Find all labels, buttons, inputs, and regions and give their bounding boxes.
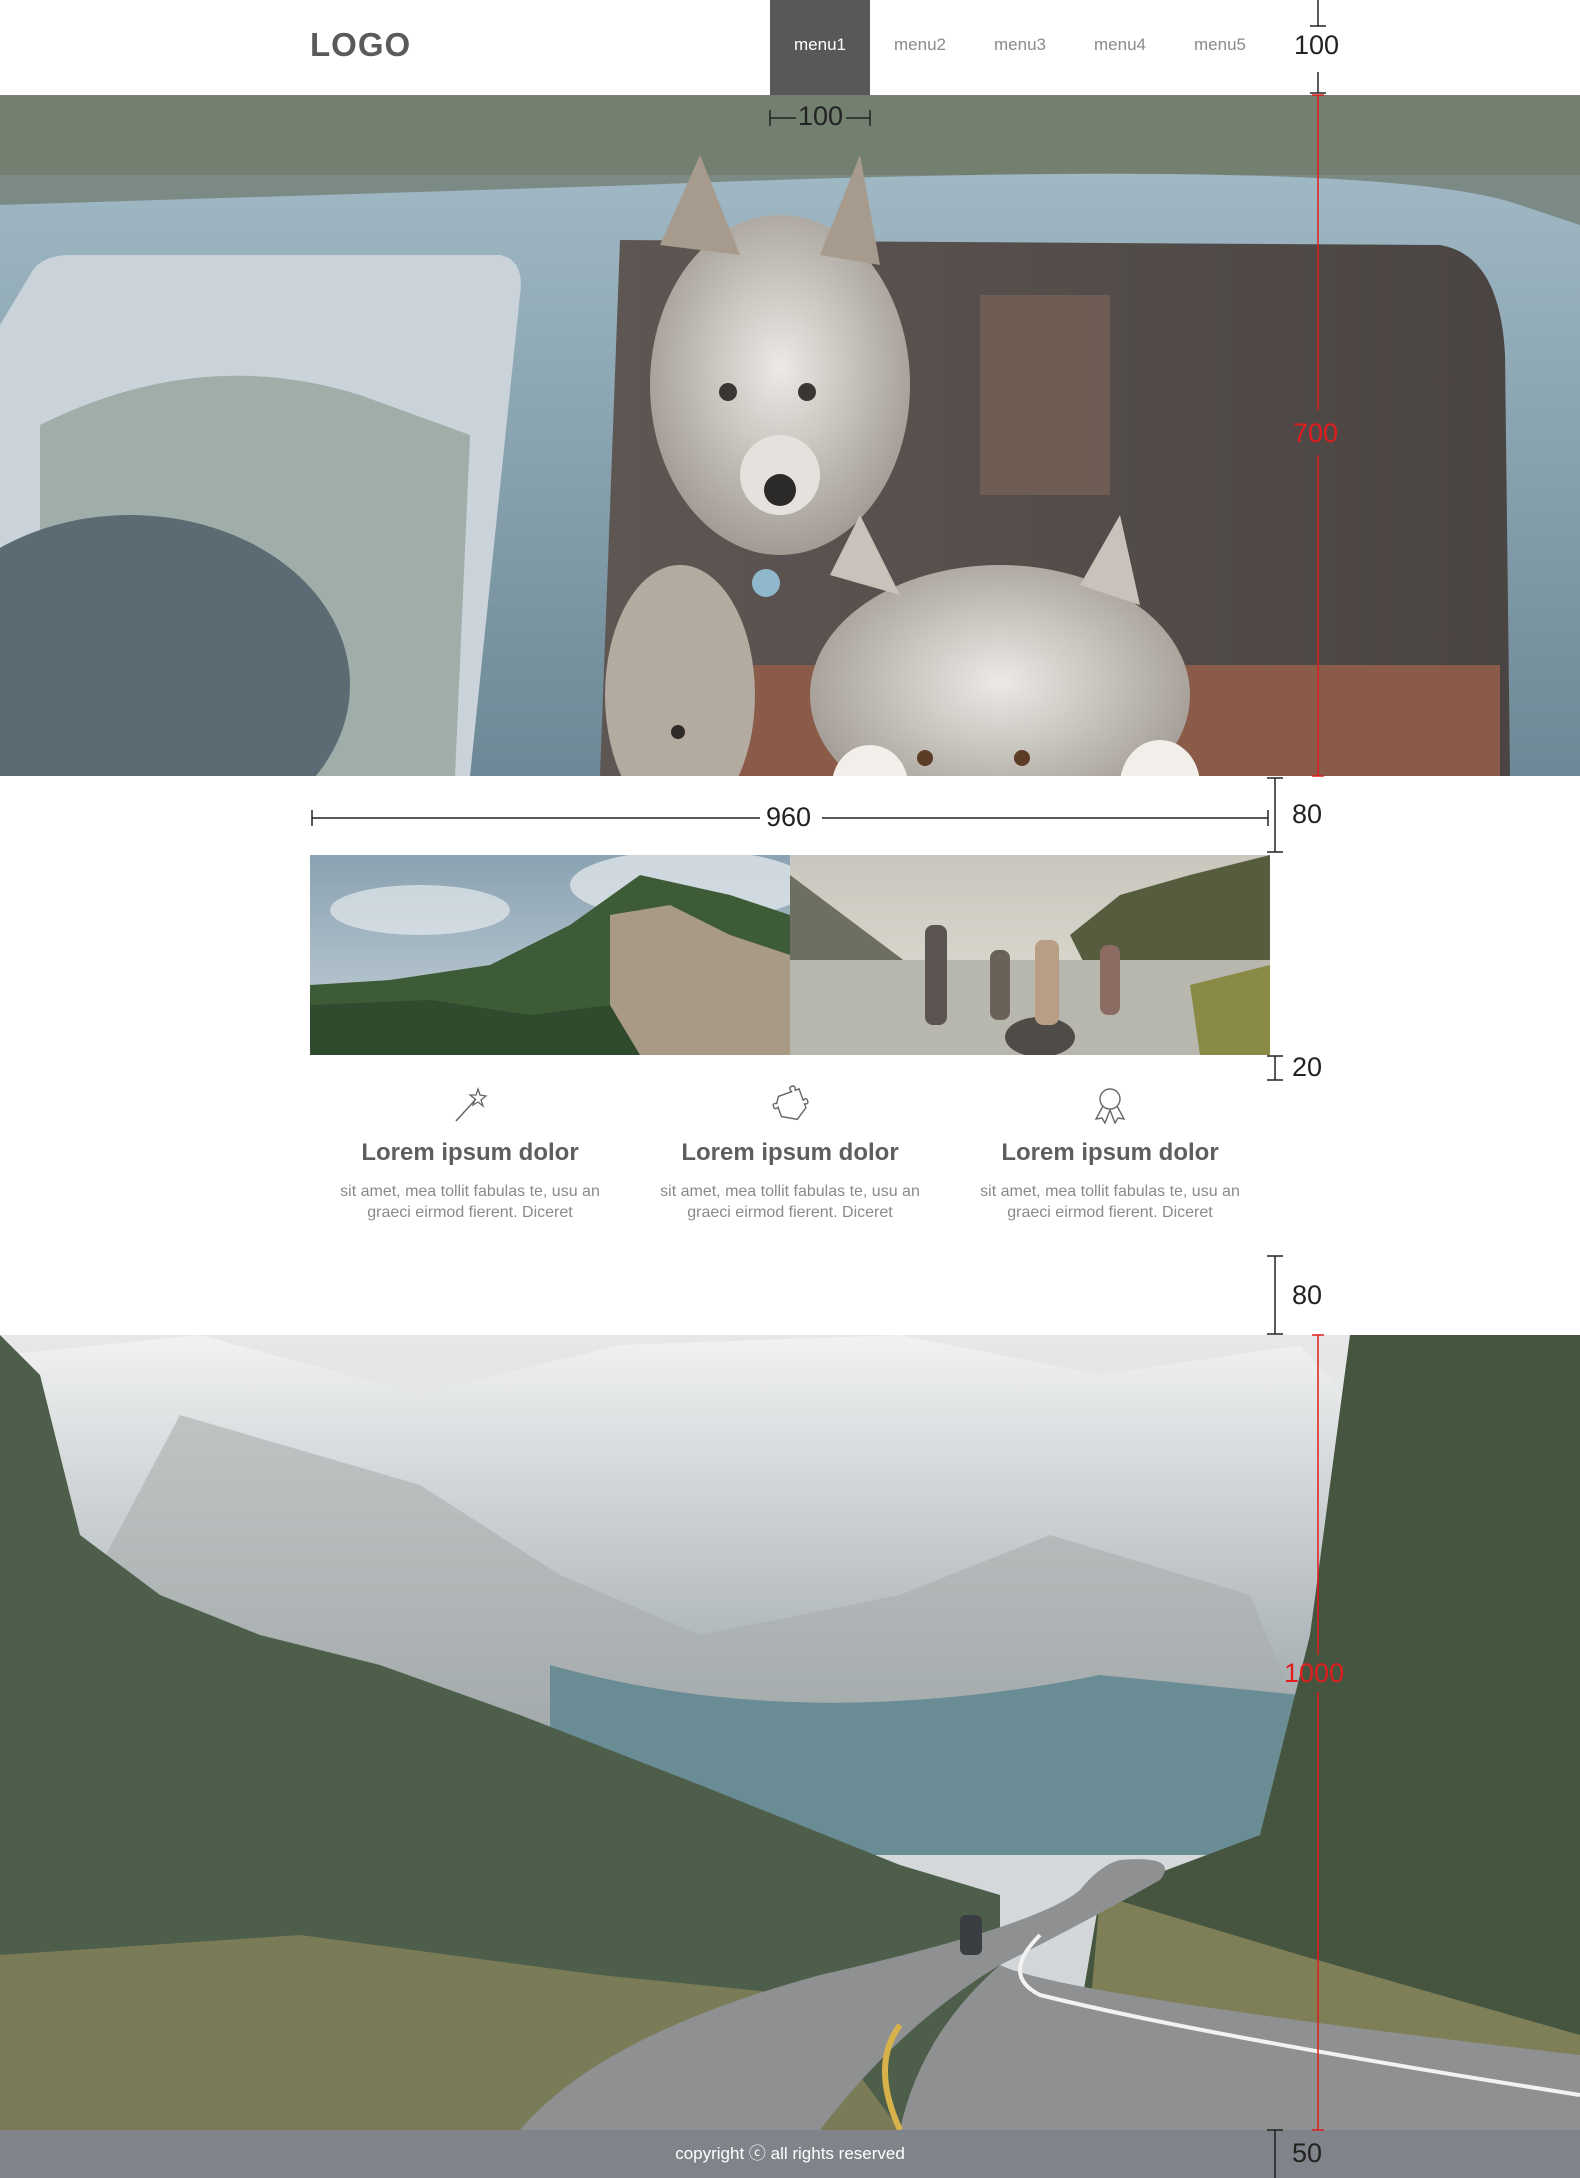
nav-item-menu5[interactable]: menu5 [1170, 0, 1270, 95]
mountain-forest-image [310, 855, 790, 1055]
dim-content-width: 960 [766, 802, 812, 832]
nav-item-menu2[interactable]: menu2 [870, 0, 970, 95]
puzzle-icon [772, 1085, 809, 1121]
nav-item-menu3[interactable]: menu3 [970, 0, 1070, 95]
copyright-text: copyright ⓒ all rights reserved [675, 2144, 905, 2163]
feature-card-3: Lorem ipsum dolor sit amet, mea tollit f… [950, 1085, 1270, 1223]
magic-wand-icon [455, 1086, 488, 1122]
dim-banner-height: 1000 [1284, 1658, 1345, 1688]
dim-gap-mid: 20 [1292, 1052, 1323, 1082]
nav-item-menu4[interactable]: menu4 [1070, 0, 1170, 95]
nav-item-menu1[interactable]: menu1 [770, 0, 870, 95]
lake-friends-illustration [790, 855, 1270, 1055]
lake-friends-image [790, 855, 1270, 1055]
feature-text-line1: sit amet, mea tollit fabulas te, usu an [340, 1183, 600, 1200]
site-header: LOGO menu1 menu2 menu3 menu4 menu5 [0, 0, 1580, 95]
dim-gap-bottom: 80 [1292, 1280, 1323, 1310]
mountain-road-illustration [0, 1335, 1580, 2130]
feature-text-line2: graeci eirmod fierent. Diceret [687, 1204, 893, 1221]
dim-gap-top: 80 [1292, 799, 1323, 829]
feature-text-line2: graeci eirmod fierent. Diceret [1007, 1204, 1213, 1221]
site-footer: copyright ⓒ all rights reserved [0, 2130, 1580, 2178]
dim-header-height: 100 [1294, 30, 1340, 60]
feature-card-1: Lorem ipsum dolor sit amet, mea tollit f… [310, 1085, 630, 1223]
dim-footer-height: 50 [1292, 2138, 1323, 2168]
feature-title: Lorem ipsum dolor [1001, 1139, 1219, 1166]
feature-text-line2: graeci eirmod fierent. Diceret [367, 1204, 573, 1221]
feature-title: Lorem ipsum dolor [361, 1139, 579, 1166]
banner-image-mountain-road [0, 1335, 1580, 2130]
feature-text-line1: sit amet, mea tollit fabulas te, usu an [660, 1183, 920, 1200]
feature-title: Lorem ipsum dolor [681, 1139, 899, 1166]
dim-hero-height: 700 [1293, 418, 1339, 448]
main-nav: menu1 menu2 menu3 menu4 menu5 [770, 0, 1270, 95]
hero-image-huskies-in-van [0, 95, 1580, 776]
feature-card-2: Lorem ipsum dolor sit amet, mea tollit f… [630, 1085, 950, 1223]
mountain-forest-illustration [310, 855, 790, 1055]
feature-text-line1: sit amet, mea tollit fabulas te, usu an [980, 1183, 1240, 1200]
logo[interactable]: LOGO [310, 26, 411, 64]
hero-illustration [0, 95, 1580, 776]
award-ribbon-icon [1094, 1088, 1126, 1125]
dim-menu-width: 100 [798, 101, 844, 131]
